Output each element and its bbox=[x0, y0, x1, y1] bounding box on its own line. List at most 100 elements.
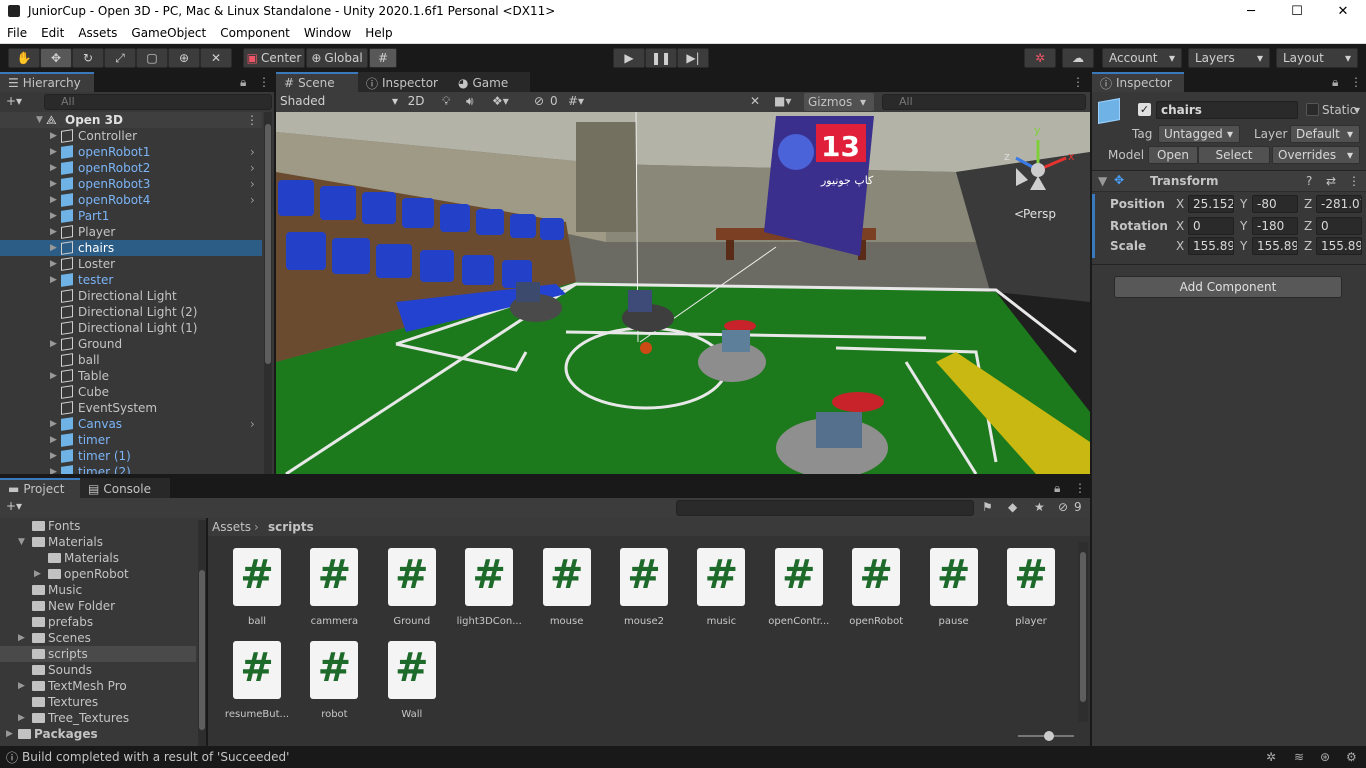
layers-icon[interactable]: ≋ bbox=[1294, 750, 1304, 764]
tab-inspector[interactable]: ⓘ Inspector bbox=[1092, 72, 1184, 92]
debug-icon[interactable]: ✲ bbox=[1266, 750, 1276, 764]
hierarchy-item[interactable]: Directional Light bbox=[0, 288, 262, 304]
position-y-field[interactable]: -80 bbox=[1252, 195, 1298, 213]
expand-arrow-icon[interactable]: ▶ bbox=[18, 713, 25, 723]
expand-arrow-icon[interactable]: ▶ bbox=[50, 339, 57, 349]
expand-arrow-icon[interactable]: ▶ bbox=[50, 163, 57, 173]
folder-item[interactable]: Music bbox=[0, 582, 196, 598]
effects-icon[interactable]: ❖▾ bbox=[492, 94, 509, 108]
active-checkbox[interactable]: ✓ bbox=[1138, 103, 1151, 116]
open-prefab-button[interactable]: Open bbox=[1148, 146, 1198, 164]
expand-arrow-icon[interactable]: ▶ bbox=[18, 633, 25, 643]
expand-arrow-icon[interactable]: ▶ bbox=[50, 195, 57, 205]
expand-arrow-icon[interactable]: ▼ bbox=[18, 537, 25, 547]
play-button[interactable]: ▶ bbox=[613, 48, 645, 68]
expand-arrow-icon[interactable]: ▶ bbox=[50, 259, 57, 269]
folder-tree-scrollbar[interactable] bbox=[198, 520, 206, 746]
gizmos-dropdown[interactable]: Gizmos ▾ bbox=[804, 93, 874, 111]
grid-snap-toggle[interactable]: # bbox=[369, 48, 397, 68]
expand-arrow-icon[interactable]: ▶ bbox=[50, 451, 57, 461]
folder-item[interactable]: ▶ Scenes bbox=[0, 630, 196, 646]
hierarchy-item[interactable]: ▶ Ground bbox=[0, 336, 262, 352]
expand-arrow-icon[interactable]: ▶ bbox=[50, 227, 57, 237]
menu-help[interactable]: Help bbox=[358, 26, 399, 40]
hierarchy-item[interactable]: ▶ chairs bbox=[0, 240, 262, 256]
scene-row[interactable]: ▼ ⟁ Open 3D ⋮ bbox=[0, 112, 262, 128]
project-search-input[interactable] bbox=[676, 500, 974, 516]
add-component-button[interactable]: Add Component bbox=[1114, 276, 1342, 298]
folder-item[interactable]: ▶ TextMesh Pro bbox=[0, 678, 196, 694]
hierarchy-item[interactable]: ▶ Canvas › bbox=[0, 416, 262, 432]
menu-window[interactable]: Window bbox=[297, 26, 358, 40]
folder-item[interactable]: Materials bbox=[0, 550, 196, 566]
script-asset[interactable]: # resumeBut... bbox=[222, 641, 292, 726]
expand-arrow-icon[interactable]: ▶ bbox=[50, 419, 57, 429]
layout-dropdown[interactable]: Layout ▾ bbox=[1276, 48, 1358, 68]
overrides-dropdown[interactable]: Overrides ▾ bbox=[1272, 146, 1360, 164]
folder-item[interactable]: ▶ Tree_Textures bbox=[0, 710, 196, 726]
rotation-y-field[interactable]: -180 bbox=[1252, 217, 1298, 235]
tag-dropdown[interactable]: Untagged ▾ bbox=[1158, 125, 1240, 143]
tools-icon[interactable]: ✕ bbox=[750, 94, 760, 108]
favorite-star-icon[interactable]: ★ bbox=[1034, 500, 1045, 514]
script-asset[interactable]: # ball bbox=[222, 548, 292, 633]
hierarchy-item[interactable]: ▶ tester bbox=[0, 272, 262, 288]
open-prefab-chevron-icon[interactable]: › bbox=[250, 161, 255, 175]
scale-z-field[interactable]: 155.89 bbox=[1316, 237, 1362, 255]
hierarchy-item[interactable]: ▶ Table bbox=[0, 368, 262, 384]
expand-arrow-icon[interactable]: ▶ bbox=[34, 569, 41, 579]
scale-tool-button[interactable]: ⤢ bbox=[104, 48, 136, 68]
filter-label-icon[interactable]: ◆ bbox=[1008, 500, 1017, 514]
scene-search-input[interactable]: All bbox=[882, 94, 1086, 110]
close-button[interactable]: ✕ bbox=[1320, 0, 1366, 22]
menu-assets[interactable]: Assets bbox=[71, 26, 124, 40]
scale-y-field[interactable]: 155.89 bbox=[1252, 237, 1298, 255]
kebab-menu-icon[interactable]: ⋮ bbox=[258, 75, 270, 89]
hierarchy-item[interactable]: ▶ openRobot4 › bbox=[0, 192, 262, 208]
script-asset[interactable]: # Wall bbox=[377, 641, 447, 726]
hidden-packages-icon[interactable]: ⊘ bbox=[1058, 500, 1068, 514]
move-tool-button[interactable]: ✥ bbox=[40, 48, 72, 68]
expand-arrow-icon[interactable]: ▼ bbox=[36, 115, 43, 125]
folder-item[interactable]: New Folder bbox=[0, 598, 196, 614]
hierarchy-item[interactable]: ▶ timer (2) bbox=[0, 464, 262, 474]
script-asset[interactable]: # openRobot bbox=[841, 548, 911, 633]
hierarchy-item[interactable]: ▶ timer bbox=[0, 432, 262, 448]
hierarchy-item[interactable]: ▶ Loster bbox=[0, 256, 262, 272]
global-toggle[interactable]: ⊕ Global bbox=[306, 48, 368, 68]
scale-x-field[interactable]: 155.89 bbox=[1188, 237, 1234, 255]
light-bulb-icon[interactable]: 💡︎ bbox=[442, 94, 450, 109]
hierarchy-item[interactable]: ▶ Player bbox=[0, 224, 262, 240]
open-prefab-chevron-icon[interactable]: › bbox=[250, 417, 255, 431]
pause-button[interactable]: ❚❚ bbox=[645, 48, 677, 68]
filter-type-icon[interactable]: ⚑ bbox=[982, 500, 993, 514]
script-asset[interactable]: # light3DCon... bbox=[454, 548, 524, 633]
folder-item[interactable]: prefabs bbox=[0, 614, 196, 630]
custom-tool-button[interactable]: ✕ bbox=[200, 48, 232, 68]
hierarchy-scrollbar[interactable] bbox=[264, 112, 272, 474]
tab-scene[interactable]: # Scene bbox=[276, 72, 358, 92]
kebab-menu-icon[interactable]: ⋮ bbox=[1072, 75, 1084, 89]
scene-viewport[interactable]: 13 کاپ جونیور y z x < Persp bbox=[276, 112, 1090, 474]
hierarchy-item[interactable]: Cube bbox=[0, 384, 262, 400]
menu-edit[interactable]: Edit bbox=[34, 26, 71, 40]
tab-hierarchy[interactable]: ☰ Hierarchy bbox=[0, 72, 94, 92]
kebab-menu-icon[interactable]: ⋮ bbox=[1348, 174, 1360, 188]
menu-file[interactable]: File bbox=[0, 26, 34, 40]
script-asset[interactable]: # mouse2 bbox=[609, 548, 679, 633]
hierarchy-item[interactable]: ▶ openRobot2 › bbox=[0, 160, 262, 176]
tab-inspector-2[interactable]: ⓘ Inspector bbox=[358, 72, 450, 92]
folder-item[interactable]: Sounds bbox=[0, 662, 196, 678]
lock-icon[interactable]: 🔒︎ bbox=[240, 75, 246, 90]
minimize-button[interactable]: ─ bbox=[1228, 0, 1274, 22]
rect-tool-button[interactable]: ▢ bbox=[136, 48, 168, 68]
select-prefab-button[interactable]: Select bbox=[1198, 146, 1270, 164]
hidden-objects-icon[interactable]: ⊘ bbox=[534, 94, 544, 108]
hierarchy-item[interactable]: ▶ Controller bbox=[0, 128, 262, 144]
auto-generate-icon[interactable]: ⊛ bbox=[1320, 750, 1330, 764]
rotation-z-field[interactable]: 0 bbox=[1316, 217, 1362, 235]
expand-arrow-icon[interactable]: ▶ bbox=[50, 435, 57, 445]
expand-arrow-icon[interactable]: ▶ bbox=[50, 275, 57, 285]
transform-header[interactable]: ▼ ✥ Transform ? ⇄ ⋮ bbox=[1092, 170, 1366, 192]
expand-arrow-icon[interactable]: ▶ bbox=[50, 179, 57, 189]
